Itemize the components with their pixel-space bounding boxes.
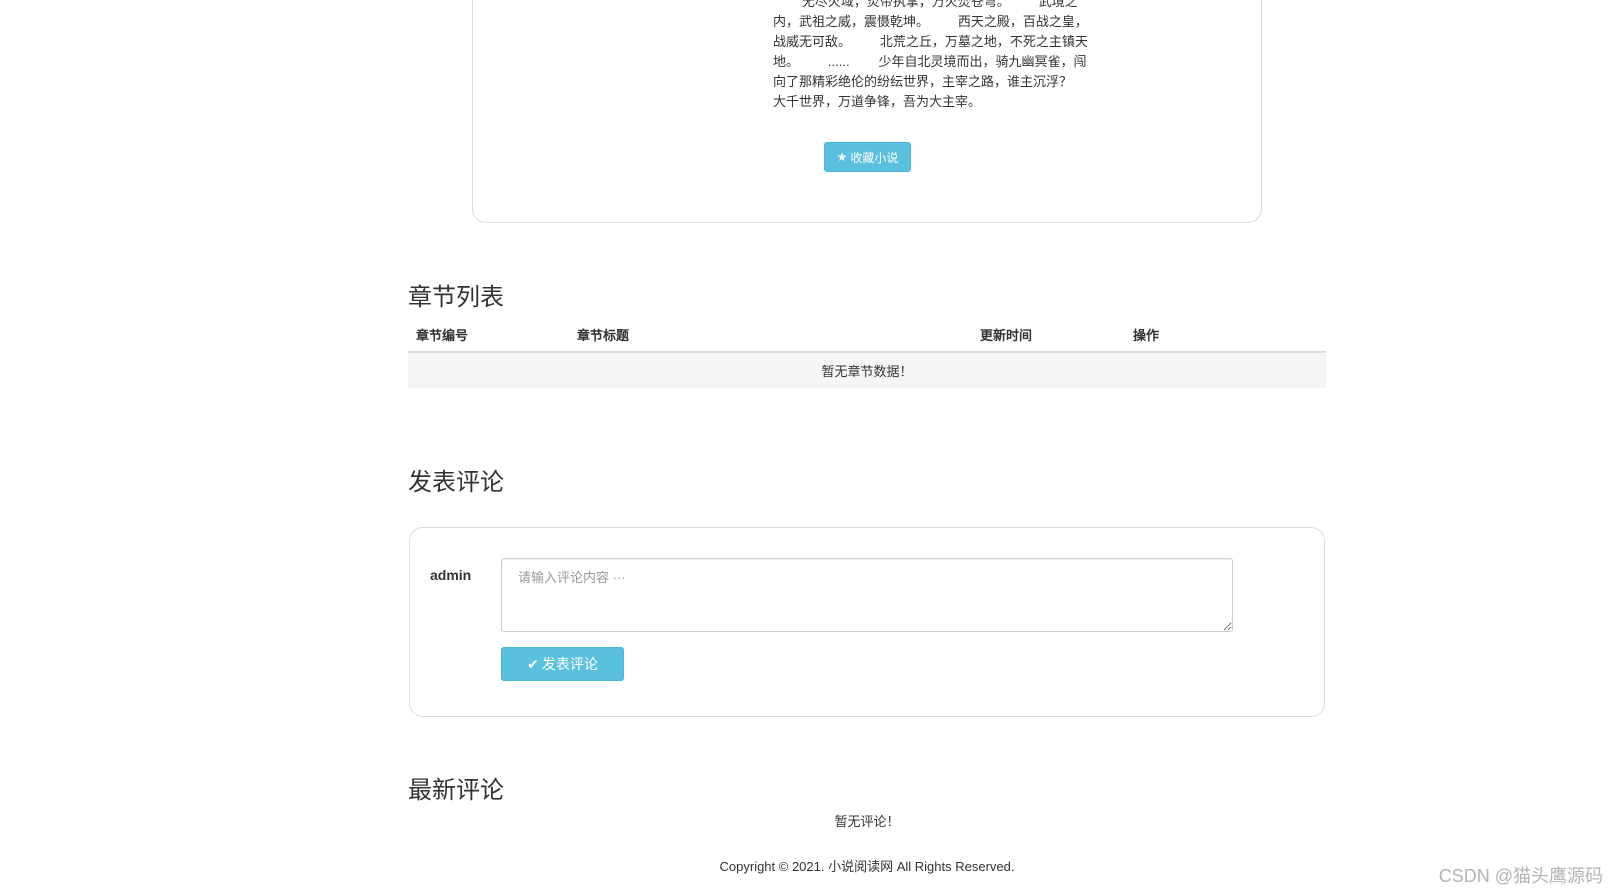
- comment-input[interactable]: [501, 558, 1233, 632]
- chapter-table: 章节编号 章节标题 更新时间 操作 暂无章节数据！: [408, 318, 1326, 388]
- post-comment-title: 发表评论: [408, 469, 504, 496]
- submit-comment-label: 发表评论: [541, 656, 598, 672]
- column-chapter-number: 章节编号: [408, 318, 569, 353]
- submit-comment-button[interactable]: ✔ 发表评论: [501, 647, 624, 681]
- empty-chapters-message: 暂无章节数据！: [408, 351, 1326, 388]
- page: 无尽火域，炎帝执掌，万火焚苍穹。 武境之内，武祖之威，震慑乾坤。 西天之殿，百战…: [0, 0, 1615, 891]
- checkmark-icon: ✔: [527, 655, 539, 672]
- chapter-table-header: 章节编号 章节标题 更新时间 操作: [408, 318, 1326, 353]
- comment-username: admin: [430, 567, 472, 583]
- table-row: 暂无章节数据！: [408, 351, 1326, 388]
- novel-intro: 无尽火域，炎帝执掌，万火焚苍穹。 武境之内，武祖之威，震慑乾坤。 西天之殿，百战…: [773, 0, 1101, 109]
- star-icon: ★: [836, 150, 848, 164]
- latest-comments-title: 最新评论: [408, 777, 504, 804]
- column-actions: 操作: [1125, 318, 1326, 353]
- empty-comments-message: 暂无评论！: [834, 814, 900, 829]
- chapter-list-title: 章节列表: [408, 284, 504, 311]
- watermark: CSDN @猫头鹰源码: [1438, 866, 1603, 886]
- collect-novel-label: 收藏小说: [850, 150, 899, 165]
- collect-novel-button[interactable]: ★ 收藏小说: [824, 142, 911, 172]
- column-chapter-title: 章节标题: [569, 318, 972, 353]
- column-update-time: 更新时间: [972, 318, 1125, 353]
- footer-copyright: Copyright © 2021. 小说阅读网 All Rights Reser…: [719, 859, 1015, 874]
